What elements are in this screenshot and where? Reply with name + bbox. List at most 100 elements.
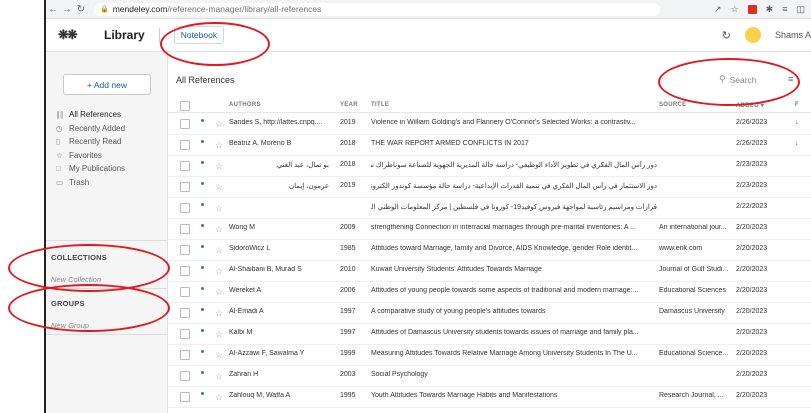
table-row[interactable]: ☆ Wereket A 2006 Attitudes of young people … <box>168 281 811 303</box>
favorite-star-icon[interactable]: ☆ <box>215 350 223 361</box>
source-cell: Educational Sciences <box>659 287 726 294</box>
column-source[interactable]: SOURCE <box>659 102 686 108</box>
add-new-button[interactable]: + Add new <box>63 74 151 95</box>
table-row[interactable]: ☆ Al-Shaibani B, Murad S 2010 Kuwait Univer… <box>168 260 811 282</box>
row-checkbox[interactable] <box>180 224 190 234</box>
column-year[interactable]: YEAR <box>340 102 358 108</box>
table-row[interactable]: ☆ Al-Emadi A 1997 A comparative study of yo… <box>168 302 811 324</box>
author-cell: Beatriz A, Moreno B <box>229 140 292 147</box>
table-row[interactable]: ☆ بو تمال، عبد الغني 2018 دور رأس المال الف… <box>168 155 811 177</box>
sidebar-item-recently-read[interactable]: ▯ Recently Read <box>46 135 167 149</box>
row-checkbox[interactable] <box>180 308 190 318</box>
table-row[interactable]: ☆ Wong M 2009 strengthening Connection in i… <box>168 218 811 240</box>
forward-icon[interactable]: → <box>60 4 74 15</box>
table-row[interactable]: ☆ عرمون، إيمان 2019 دور الاستثمار في رأس ال… <box>168 176 811 198</box>
row-checkbox[interactable] <box>180 329 190 339</box>
sidebar-nav: ∥∥ All References ◷ Recently Added ▯ Rec… <box>46 108 167 189</box>
table-row[interactable]: ☆ Zahran H 2003 Social Psychology 2/20/2023 <box>168 365 811 387</box>
favorite-star-icon[interactable]: ☆ <box>215 224 223 235</box>
collections-heading: COLLECTIONS <box>51 253 107 262</box>
table-row[interactable]: ☆ Beatriz A, Moreno B 2018 THE WAR REPORT A… <box>168 134 811 156</box>
favorite-star-icon[interactable]: ☆ <box>215 266 223 277</box>
favorite-star-icon[interactable]: ☆ <box>215 329 223 340</box>
year-cell: 2009 <box>340 224 356 231</box>
table-row[interactable]: ☆ Al-Azzawi F, Sawalma Y 1999 Measuring Att… <box>168 344 811 366</box>
table-row[interactable]: ☆Khalil M, Murad M2020Lifestyle and its … <box>168 407 811 413</box>
lock-icon: 🔒 <box>100 6 109 13</box>
download-icon[interactable]: ↓ <box>795 119 805 126</box>
bookmark-star-icon[interactable]: ☆ <box>731 4 739 15</box>
share-icon[interactable]: ↗ <box>714 4 722 15</box>
read-status-dot <box>201 140 204 143</box>
favorite-star-icon[interactable]: ☆ <box>215 308 223 319</box>
user-name[interactable]: Shams A <box>775 30 811 40</box>
reload-icon[interactable]: ↻ <box>74 4 88 15</box>
favorite-star-icon[interactable]: ☆ <box>215 182 223 193</box>
row-checkbox[interactable] <box>180 203 190 213</box>
mendeley-logo-icon[interactable]: ❋❋ <box>58 27 82 43</box>
favorite-star-icon[interactable]: ☆ <box>215 203 223 214</box>
row-checkbox[interactable] <box>180 287 190 297</box>
sidebar-item-recently-added[interactable]: ◷ Recently Added <box>46 122 167 136</box>
favorite-star-icon[interactable]: ☆ <box>215 140 223 151</box>
row-checkbox[interactable] <box>180 371 190 381</box>
extension-icon[interactable] <box>747 4 757 14</box>
new-collection-link[interactable]: New Collection <box>51 275 101 284</box>
title-cell: دور رأس المال الفكري في تطوير الأداء الو… <box>371 162 657 169</box>
notebook-tab[interactable]: Notebook <box>173 26 225 44</box>
url-path: /reference-manager/library/all-reference… <box>167 4 322 14</box>
year-cell: 2010 <box>340 266 356 273</box>
sidepanel-icon[interactable]: ◫ <box>796 4 805 15</box>
search-icon: ⚲ <box>719 74 726 84</box>
table-row[interactable]: ☆ قرارات ومراسيم رئاسية لمواجهة فيروس كوف… <box>168 197 811 219</box>
sidebar-item-my-publications[interactable]: □ My Publications <box>46 162 167 176</box>
row-checkbox[interactable] <box>180 140 190 150</box>
sidebar-item-label: My Publications <box>69 164 126 174</box>
row-checkbox[interactable] <box>180 245 190 255</box>
page-title: Library <box>104 28 145 42</box>
column-authors[interactable]: AUTHORS <box>229 102 261 108</box>
back-icon[interactable]: ← <box>46 4 60 15</box>
column-added[interactable]: ADDED ▾ <box>736 102 764 109</box>
sidebar-item-favorites[interactable]: ☆ Favorites <box>46 149 167 163</box>
queue-icon[interactable]: ≡ <box>782 4 787 14</box>
row-checkbox[interactable] <box>180 350 190 360</box>
table-row[interactable]: ☆ Sandes S, http://lattes.cnpq.... 2019 Vio… <box>168 113 811 135</box>
star-icon: ☆ <box>56 150 63 160</box>
title-cell: THE WAR REPORT ARMED CONFLICTS IN 2017 <box>371 140 529 147</box>
table-row[interactable]: ☆ SidoroWicz L 1985 Attitudes toward Marria… <box>168 239 811 261</box>
year-cell: 1997 <box>340 308 356 315</box>
favorite-star-icon[interactable]: ☆ <box>215 392 223 403</box>
column-title[interactable]: TITLE <box>371 102 389 108</box>
favorite-star-icon[interactable]: ☆ <box>215 371 223 382</box>
row-checkbox[interactable] <box>180 182 190 192</box>
puzzle-icon[interactable]: ✱ <box>766 4 774 15</box>
title-cell: Violence in William Golding's and Flanne… <box>371 119 636 126</box>
year-cell: 2018 <box>340 161 356 168</box>
address-bar[interactable]: 🔒 mendeley.com /reference-manager/librar… <box>94 2 660 16</box>
row-checkbox[interactable] <box>180 266 190 276</box>
favorite-star-icon[interactable]: ☆ <box>215 245 223 256</box>
favorite-star-icon[interactable]: ☆ <box>215 161 223 172</box>
row-checkbox[interactable] <box>180 119 190 129</box>
favorite-star-icon[interactable]: ☆ <box>215 119 223 130</box>
row-checkbox[interactable] <box>180 161 190 171</box>
table-row[interactable]: ☆ Zahlouq M, Watfa A 1995 Youth Attitudes T… <box>168 386 811 408</box>
title-cell: Social Psychology <box>371 371 428 378</box>
new-group-link[interactable]: New Group <box>51 321 89 330</box>
select-all-checkbox[interactable] <box>180 101 190 111</box>
sidebar-item-trash[interactable]: ▭ Trash <box>46 176 167 190</box>
filter-icon[interactable]: ≡ <box>788 74 793 84</box>
download-icon[interactable]: ↓ <box>795 140 805 147</box>
author-cell: SidoroWicz L <box>229 245 271 252</box>
author-cell: بو تمال، عبد الغني <box>276 162 329 169</box>
favorite-star-icon[interactable]: ☆ <box>215 287 223 298</box>
row-checkbox[interactable] <box>180 392 190 402</box>
avatar[interactable] <box>744 27 761 43</box>
sync-icon[interactable]: ↻ <box>722 29 731 42</box>
column-extra[interactable]: F <box>795 102 799 108</box>
table-row[interactable]: ☆ Kalbi M 1997 Attitudes of Damascus Univer… <box>168 323 811 345</box>
search-input[interactable]: ⚲ Search <box>719 74 757 85</box>
sidebar-item-all-references[interactable]: ∥∥ All References <box>46 108 167 122</box>
read-status-dot <box>201 392 204 395</box>
